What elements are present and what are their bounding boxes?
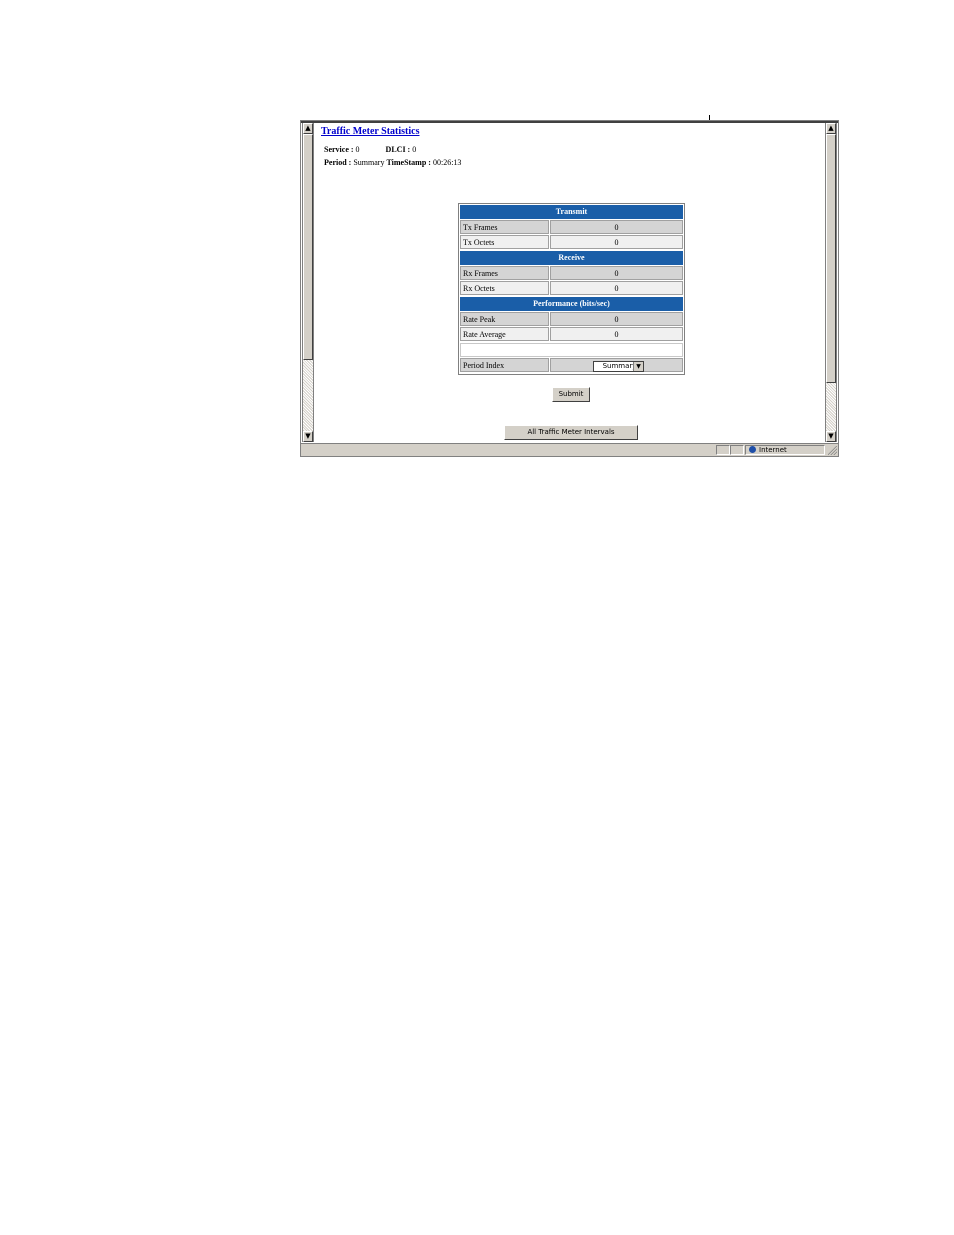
service-label: Service : [324,145,354,154]
tx-frames-label: Tx Frames [460,220,549,234]
period-index-selected: Summary [602,362,637,370]
all-traffic-meter-intervals-button[interactable]: All Traffic Meter Intervals [504,425,638,440]
performance-header: Performance (bits/sec) [460,297,683,311]
scroll-thumb[interactable] [303,134,313,360]
right-scrollbar[interactable]: ▲ ▼ [825,123,837,442]
dlci-value: 0 [412,145,417,154]
rate-peak-label: Rate Peak [460,312,549,326]
globe-icon [749,446,756,453]
transmit-header: Transmit [460,205,683,219]
rate-average-label: Rate Average [460,327,549,341]
tx-octets-label: Tx Octets [460,235,549,249]
period-label: Period : [324,158,352,167]
table-row: Rate Average 0 [460,327,683,341]
period-index-cell: Summary ▼ [550,358,683,372]
status-segment [730,445,744,455]
tx-frames-value: 0 [550,220,683,234]
period-index-row: Period Index Summary ▼ [460,358,683,372]
tx-octets-value: 0 [550,235,683,249]
receive-header: Receive [460,251,683,265]
resize-grip-icon[interactable] [828,446,837,455]
scroll-up-icon[interactable]: ▲ [303,123,313,134]
period-index-select[interactable]: Summary ▼ [593,361,644,372]
zone-label: Internet [759,446,787,454]
rx-octets-value: 0 [550,281,683,295]
table-row: Rx Frames 0 [460,266,683,280]
table-row: Tx Octets 0 [460,235,683,249]
page-content: Traffic Meter Statistics Service : 0 DLC… [315,123,825,442]
period-value: Summary [353,158,385,167]
scroll-thumb[interactable] [826,134,836,383]
timestamp-value: 00:26:13 [432,158,462,167]
status-bar: Internet [301,443,838,456]
browser-window: ▲ ▼ Traffic Meter Statistics Service : 0… [300,120,839,457]
rate-average-value: 0 [550,327,683,341]
left-scrollbar[interactable]: ▲ ▼ [302,123,314,442]
scroll-up-icon[interactable]: ▲ [826,123,836,134]
page-title[interactable]: Traffic Meter Statistics [321,126,419,137]
scroll-down-icon[interactable]: ▼ [826,431,836,442]
status-segment [716,445,730,455]
dlci-label: DLCI : [385,145,411,154]
period-timestamp-line: Period : Summary TimeStamp : 00:26:13 [324,158,461,167]
timestamp-label: TimeStamp : [386,158,431,167]
submit-button[interactable]: Submit [552,387,590,402]
service-dlci-line: Service : 0 DLCI : 0 [324,145,416,154]
rx-frames-label: Rx Frames [460,266,549,280]
service-value: 0 [355,145,360,154]
table-row: Rx Octets 0 [460,281,683,295]
table-row: Rate Peak 0 [460,312,683,326]
statistics-table: Transmit Tx Frames 0 Tx Octets 0 Receive… [458,203,685,375]
security-zone: Internet [745,445,825,455]
rx-octets-label: Rx Octets [460,281,549,295]
scroll-down-icon[interactable]: ▼ [303,431,313,442]
rx-frames-value: 0 [550,266,683,280]
blank-row [460,343,683,357]
table-row: Tx Frames 0 [460,220,683,234]
chevron-down-icon[interactable]: ▼ [633,362,643,371]
period-index-label: Period Index [460,358,549,372]
rate-peak-value: 0 [550,312,683,326]
